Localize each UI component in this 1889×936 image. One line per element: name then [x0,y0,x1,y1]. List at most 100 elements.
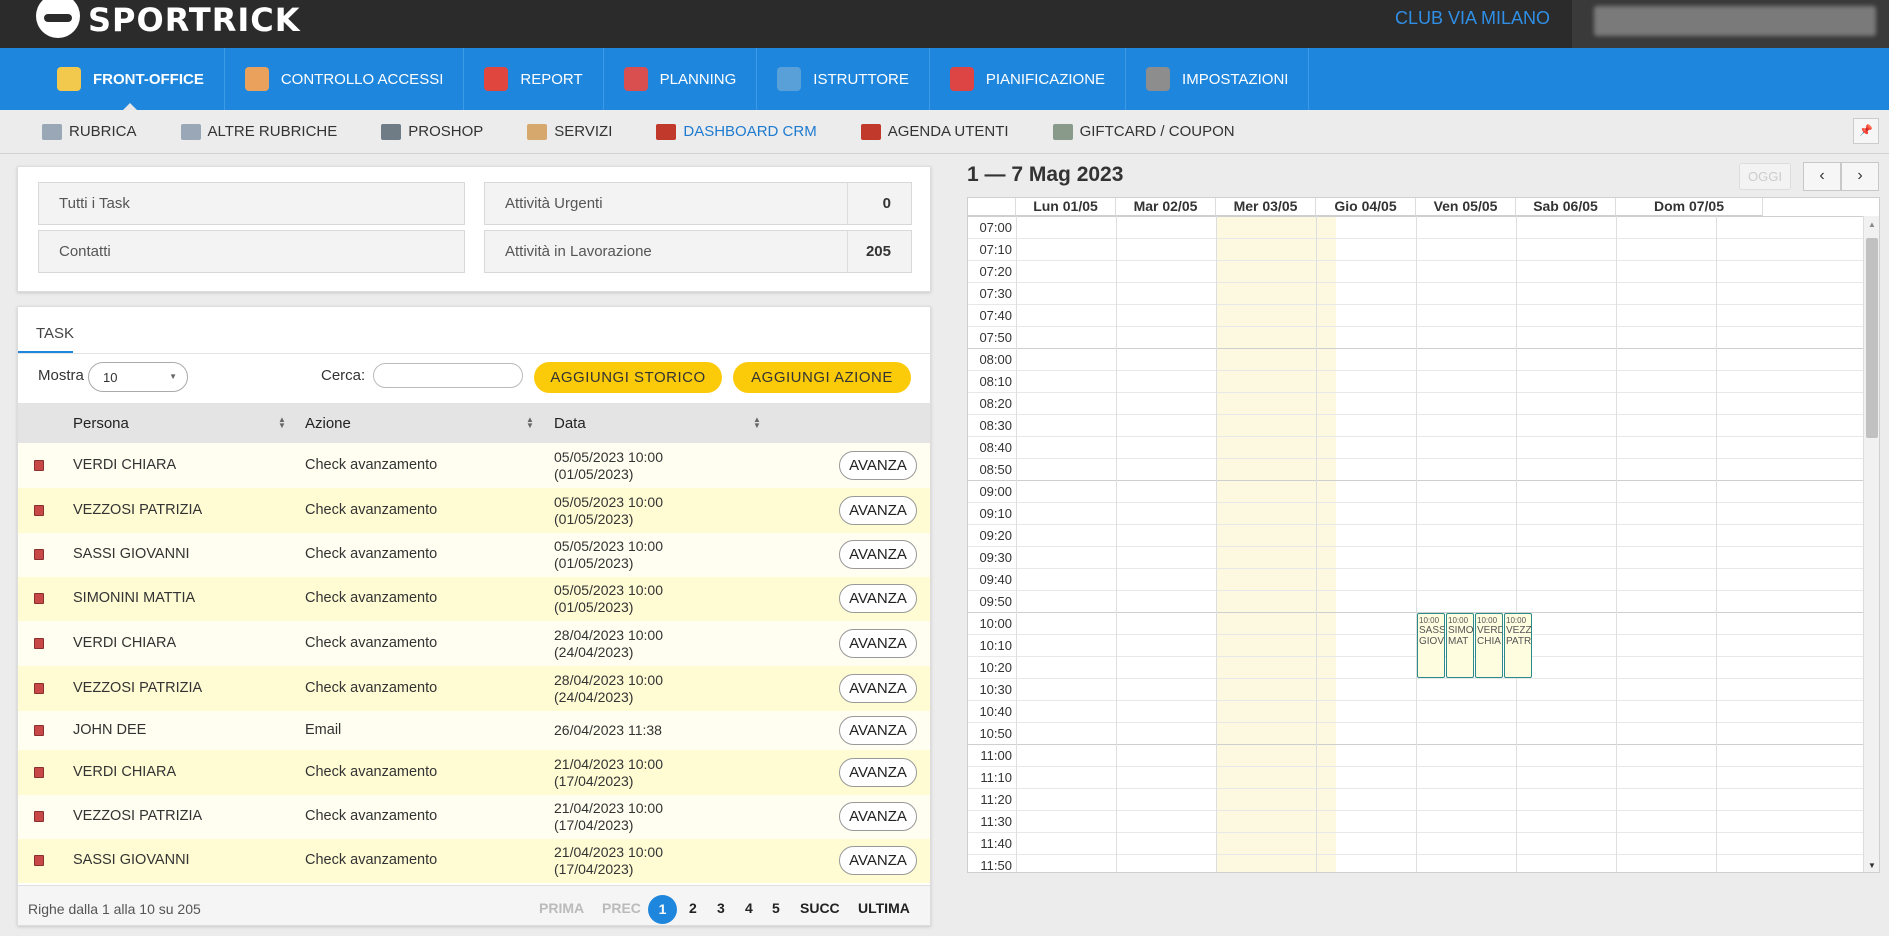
chevron-right-icon[interactable]: › [1841,162,1879,191]
club-name[interactable]: CLUB VIA MILANO [1395,8,1550,29]
calendar-icon[interactable] [34,725,44,736]
day-header[interactable]: Dom 07/05 [1616,198,1763,216]
table-row[interactable]: VEZZOSI PATRIZIA Check avanzamento 28/04/2… [18,666,930,711]
table-row[interactable]: VEZZOSI PATRIZIA Check avanzamento 05/05/2… [18,488,930,533]
add-history-button[interactable]: AGGIUNGI STORICO [534,362,722,393]
chevron-left-icon[interactable]: ‹ [1803,162,1841,191]
pagination-page[interactable]: 5 [772,900,780,916]
avanza-button[interactable]: AVANZA [839,758,917,787]
calendar-icon[interactable] [34,683,44,694]
logo[interactable]: SPORTRICK [36,0,301,40]
subnav-item-rubrica[interactable]: RUBRICA [42,123,137,140]
calendar-icon[interactable] [34,549,44,560]
row-persona[interactable]: VERDI CHIARA [73,457,176,473]
row-persona[interactable]: VEZZOSI PATRIZIA [73,502,202,518]
avanza-button[interactable]: AVANZA [839,716,917,745]
pagination-page[interactable]: 3 [717,900,725,916]
calendar-event[interactable]: 10:00 SIMO MAT [1446,613,1474,678]
pin-icon[interactable]: 📌 [1853,118,1879,144]
calendar-icon[interactable] [34,855,44,866]
row-persona[interactable]: VEZZOSI PATRIZIA [73,808,202,824]
row-persona[interactable]: SIMONINI MATTIA [73,590,195,606]
row-persona[interactable]: SASSI GIOVANNI [73,852,190,868]
row-persona[interactable]: VEZZOSI PATRIZIA [73,680,202,696]
contacts-filter[interactable]: Contatti [38,230,465,273]
sort-icon[interactable]: ▲ ▼ [526,416,534,430]
all-tasks-filter[interactable]: Tutti i Task [38,182,465,225]
avanza-button[interactable]: AVANZA [839,451,917,480]
nav-item-pianificazione[interactable]: PIANIFICAZIONE [930,48,1127,110]
avanza-button[interactable]: AVANZA [839,846,917,875]
nav-item-report[interactable]: REPORT [464,48,604,110]
sort-icon[interactable]: ▲ ▼ [753,416,761,430]
sort-icon[interactable]: ▲ ▼ [278,416,286,430]
avanza-button[interactable]: AVANZA [839,802,917,831]
calendar-icon[interactable] [34,811,44,822]
avanza-button[interactable]: AVANZA [839,584,917,613]
calendar-icon[interactable] [34,638,44,649]
column-azione[interactable]: Azione [305,415,351,432]
nav-item-planning[interactable]: PLANNING [604,48,758,110]
today-button[interactable]: OGGI [1739,163,1791,190]
pagination-page[interactable]: 1 [648,895,677,924]
table-row[interactable]: VERDI CHIARA Check avanzamento 21/04/2023 … [18,750,930,795]
row-persona[interactable]: VERDI CHIARA [73,764,176,780]
row-persona[interactable]: VERDI CHIARA [73,635,176,651]
pagination-page[interactable]: 4 [745,900,753,916]
add-action-button[interactable]: AGGIUNGI AZIONE [733,362,911,393]
day-header[interactable]: Mar 02/05 [1116,198,1216,216]
calendar-icon[interactable] [34,593,44,604]
table-row[interactable]: SASSI GIOVANNI Check avanzamento 05/05/202… [18,533,930,577]
table-row[interactable]: VEZZOSI PATRIZIA Check avanzamento 21/04/2… [18,795,930,839]
user-account-box[interactable] [1572,0,1889,48]
calendar-icon[interactable] [34,767,44,778]
day-header[interactable]: Gio 04/05 [1316,198,1416,216]
day-header[interactable]: Lun 01/05 [1016,198,1116,216]
avanza-button[interactable]: AVANZA [839,629,917,658]
nav-item-front-office[interactable]: FRONT-OFFICE [37,48,225,111]
calendar-event[interactable]: 10:00 SASS GIOV [1417,613,1445,678]
calendar-event[interactable]: 10:00 VEZZ PATR [1504,613,1532,678]
table-row[interactable]: SIMONINI MATTIA Check avanzamento 05/05/20… [18,577,930,621]
scroll-down-icon[interactable]: ▼ [1868,861,1876,870]
pagination-next[interactable]: SUCC [800,900,840,916]
subnav-item-giftcard-coupon[interactable]: GIFTCARD / COUPON [1052,123,1235,140]
calendar-icon[interactable] [34,460,44,471]
subnav-item-proshop[interactable]: PROSHOP [381,123,483,140]
day-header[interactable]: Mer 03/05 [1216,198,1316,216]
page-size-select[interactable]: 10 [88,362,188,392]
avanza-button[interactable]: AVANZA [839,496,917,525]
calendar-grid[interactable]: 07:00 07:10 07:20 07:30 07:40 07:50 08:00 08:10… [968,216,1863,872]
subnav-item-altre-rubriche[interactable]: ALTRE RUBRICHE [180,123,337,140]
search-input[interactable] [373,363,523,388]
table-row[interactable]: VERDI CHIARA Check avanzamento 28/04/2023 … [18,621,930,666]
scrollbar-thumb[interactable] [1866,238,1878,438]
column-data[interactable]: Data [554,415,586,432]
nav-item-controllo-accessi[interactable]: CONTROLLO ACCESSI [225,48,465,110]
subnav-item-servizi[interactable]: SERVIZI [527,123,612,140]
table-row[interactable]: JOHN DEE Email 26/04/2023 11:38 AVANZA [18,711,930,750]
pagination-prev[interactable]: PREC [602,900,641,916]
nav-item-istruttore[interactable]: ISTRUTTORE [757,48,930,110]
day-header[interactable]: Sab 06/05 [1516,198,1616,216]
pagination-page[interactable]: 2 [689,900,697,916]
avanza-button[interactable]: AVANZA [839,540,917,569]
calendar-event[interactable]: 10:00 VERD CHIA [1475,613,1503,678]
row-persona[interactable]: SASSI GIOVANNI [73,546,190,562]
calendar-icon[interactable] [34,505,44,516]
calendar-scrollbar[interactable]: ▲ ▼ [1863,216,1879,872]
inprogress-activities-filter[interactable]: Attività in Lavorazione 205 [484,230,912,273]
urgent-activities-filter[interactable]: Attività Urgenti 0 [484,182,912,225]
tab-task[interactable]: TASK [18,307,74,353]
table-row[interactable]: VERDI CHIARA Check avanzamento 05/05/2023 … [18,443,930,488]
pagination-last[interactable]: ULTIMA [858,900,910,916]
nav-item-impostazioni[interactable]: IMPOSTAZIONI [1126,48,1310,110]
subnav-item-dashboard-crm[interactable]: DASHBOARD CRM [656,123,817,140]
table-row[interactable]: SASSI GIOVANNI Check avanzamento 21/04/202… [18,839,930,883]
avanza-button[interactable]: AVANZA [839,674,917,703]
column-persona[interactable]: Persona [73,415,129,432]
day-header[interactable]: Ven 05/05 [1416,198,1516,216]
row-persona[interactable]: JOHN DEE [73,722,146,738]
pagination-first[interactable]: PRIMA [539,900,584,916]
subnav-item-agenda-utenti[interactable]: AGENDA UTENTI [860,123,1009,140]
